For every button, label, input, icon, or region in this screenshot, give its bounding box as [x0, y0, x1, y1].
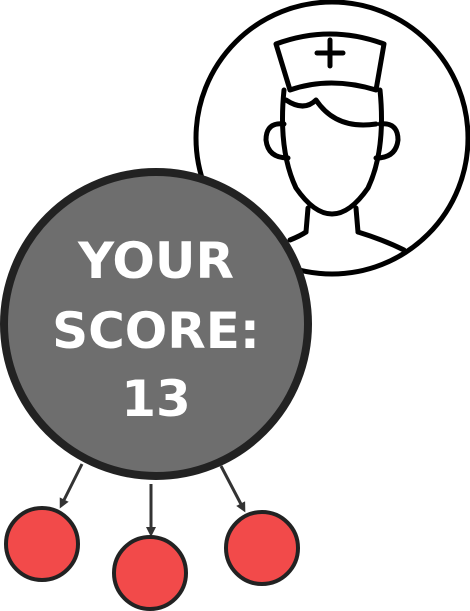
outcome-node-left [4, 506, 80, 582]
outcome-node-right [224, 510, 300, 586]
score-title-line1: YOUR [77, 232, 234, 290]
score-value: 13 [121, 370, 191, 428]
score-title-line2: SCORE: [52, 302, 260, 360]
arrow-right [219, 465, 246, 513]
outcome-node-middle [112, 535, 188, 611]
score-node: YOUR SCORE: 13 [0, 168, 312, 480]
score-diagram: YOUR SCORE: 13 [0, 0, 470, 611]
arrow-left [59, 463, 84, 509]
